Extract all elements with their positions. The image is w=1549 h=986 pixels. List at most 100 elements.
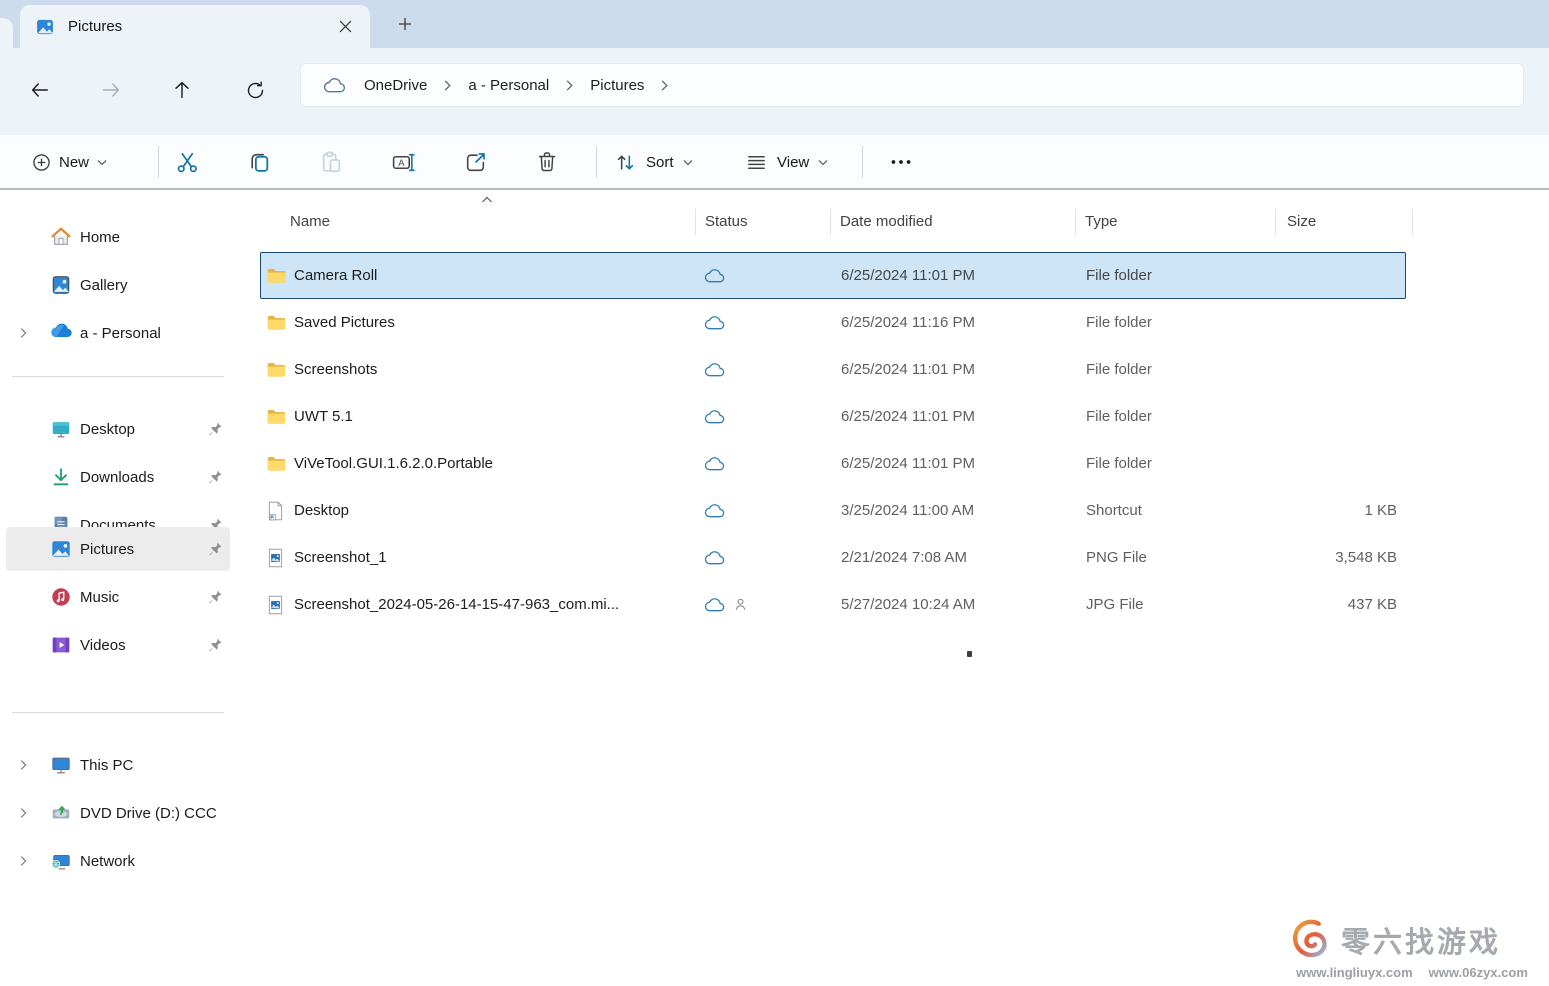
file-name: Saved Pictures (294, 300, 395, 345)
address-bar[interactable]: OneDrive a - Personal Pictures (300, 63, 1524, 107)
new-button[interactable]: New (22, 143, 117, 181)
sidebar-item-dvd-drive[interactable]: DVD Drive (D:) CCC (0, 789, 235, 837)
file-type: JPG File (1086, 582, 1144, 627)
date-modified: 2/21/2024 7:08 AM (841, 535, 967, 580)
sidebar-item-home[interactable]: Home (0, 213, 235, 261)
watermark-title: 零六找游戏 (1341, 919, 1501, 961)
tab-title: Pictures (68, 18, 332, 35)
rename-icon[interactable]: A (385, 143, 421, 181)
sidebar-item-music[interactable]: Music (0, 573, 235, 621)
file-type: Shortcut (1086, 488, 1142, 533)
sidebar-item-pictures[interactable]: Pictures (0, 525, 235, 573)
file-size (1237, 441, 1397, 486)
tab-pictures[interactable]: Pictures (20, 5, 370, 48)
status-cell (704, 300, 726, 345)
share-icon[interactable] (457, 143, 493, 181)
column-header-date-modified[interactable]: Date modified (840, 200, 933, 244)
sidebar-item-label: DVD Drive (D:) CCC (80, 805, 217, 822)
file-row[interactable]: ViVeTool.GUI.1.6.2.0.Portable 6/25/2024 … (260, 440, 1406, 487)
refresh-icon[interactable] (235, 70, 275, 110)
date-modified: 5/27/2024 10:24 AM (841, 582, 975, 627)
sidebar-item-this-pc[interactable]: This PC (0, 741, 235, 789)
copy-icon[interactable] (241, 143, 277, 181)
column-divider[interactable] (695, 209, 696, 235)
file-row[interactable]: Screenshots 6/25/2024 11:01 PM File fold… (260, 346, 1406, 393)
breadcrumb-chevron-icon[interactable] (557, 79, 582, 92)
column-divider[interactable] (1412, 209, 1413, 235)
sort-button[interactable]: Sort (606, 143, 701, 181)
window-corner (0, 18, 13, 48)
chevron-right-icon[interactable] (16, 806, 30, 820)
chevron-right-icon[interactable] (16, 758, 30, 772)
file-row[interactable]: Screenshot_2024-05-26-14-15-47-963_com.m… (260, 581, 1406, 628)
file-name: UWT 5.1 (294, 394, 353, 439)
onedrive-cloud-icon (323, 77, 347, 94)
tab-strip: Pictures (0, 0, 1549, 48)
status-cell (704, 488, 726, 533)
tab-close-icon[interactable] (332, 14, 358, 40)
svg-text:A: A (398, 158, 405, 168)
delete-icon[interactable] (529, 143, 565, 181)
column-divider[interactable] (1275, 209, 1276, 235)
view-button[interactable]: View (737, 143, 836, 181)
file-row[interactable]: Screenshot_1 2/21/2024 7:08 AM PNG File … (260, 534, 1406, 581)
column-header-name[interactable]: Name (290, 200, 330, 244)
folder-icon (266, 265, 287, 286)
date-modified: 6/25/2024 11:01 PM (841, 441, 975, 486)
sidebar-item-label: Network (80, 853, 135, 870)
file-row[interactable]: UWT 5.1 6/25/2024 11:01 PM File folder (260, 393, 1406, 440)
sidebar-item-downloads[interactable]: Downloads (0, 453, 235, 501)
date-modified: 6/25/2024 11:01 PM (841, 347, 975, 392)
breadcrumb-chevron-icon[interactable] (435, 79, 460, 92)
column-header-status[interactable]: Status (705, 200, 748, 244)
file-type: File folder (1086, 347, 1152, 392)
back-icon[interactable] (20, 70, 60, 110)
column-divider[interactable] (1075, 209, 1076, 235)
paste-icon[interactable] (313, 143, 349, 181)
chevron-right-icon[interactable] (16, 854, 30, 868)
sidebar-item-videos[interactable]: Videos (0, 621, 235, 669)
navigation-pane: Home Gallery a - Personal Desktop (0, 190, 235, 986)
status-cell (704, 535, 726, 580)
sidebar-item-network[interactable]: Network (0, 837, 235, 885)
new-tab-icon[interactable] (392, 11, 418, 37)
watermark-url-right: www.06zyx.com (1429, 965, 1528, 980)
file-name: Camera Roll (294, 253, 377, 298)
column-divider[interactable] (830, 209, 831, 235)
breadcrumb-onedrive[interactable]: OneDrive (356, 73, 435, 98)
file-name: ViVeTool.GUI.1.6.2.0.Portable (294, 441, 493, 486)
cloud-status-icon (704, 550, 726, 566)
file-row[interactable]: Camera Roll 6/25/2024 11:01 PM File fold… (260, 252, 1406, 299)
new-button-label: New (59, 154, 89, 171)
chevron-right-icon[interactable] (16, 326, 30, 340)
toolbar-divider (596, 146, 597, 178)
up-icon[interactable] (162, 70, 202, 110)
sidebar-item-desktop[interactable]: Desktop (0, 405, 235, 453)
sidebar-item-label: This PC (80, 757, 133, 774)
breadcrumb-a-personal[interactable]: a - Personal (460, 73, 557, 98)
column-header-type[interactable]: Type (1085, 200, 1118, 244)
cut-icon[interactable] (169, 143, 205, 181)
sidebar-item-label: Pictures (80, 541, 134, 558)
sidebar-separator (12, 712, 224, 713)
pin-icon (207, 469, 223, 485)
sidebar-item-a-personal[interactable]: a - Personal (0, 309, 235, 357)
sidebar-item-gallery[interactable]: Gallery (0, 261, 235, 309)
status-cell (704, 582, 748, 627)
file-row[interactable]: Desktop 3/25/2024 11:00 AM Shortcut 1 KB (260, 487, 1406, 534)
forward-icon[interactable] (91, 70, 131, 110)
breadcrumb-pictures[interactable]: Pictures (582, 73, 652, 98)
see-more-icon[interactable] (878, 143, 924, 181)
cloud-status-icon (704, 315, 726, 331)
column-header-size[interactable]: Size (1287, 200, 1316, 244)
file-row[interactable]: Saved Pictures 6/25/2024 11:16 PM File f… (260, 299, 1406, 346)
breadcrumb-chevron-icon[interactable] (652, 79, 677, 92)
pictures-tab-icon (35, 17, 55, 37)
date-modified: 6/25/2024 11:01 PM (841, 394, 975, 439)
pin-icon (207, 541, 223, 557)
file-list-pane: Name Status Date modified Type Size Came… (235, 190, 1549, 986)
cloud-status-icon (704, 409, 726, 425)
folder-icon (266, 406, 287, 427)
file-name: Screenshot_1 (294, 535, 387, 580)
cloud-status-icon (704, 456, 726, 472)
